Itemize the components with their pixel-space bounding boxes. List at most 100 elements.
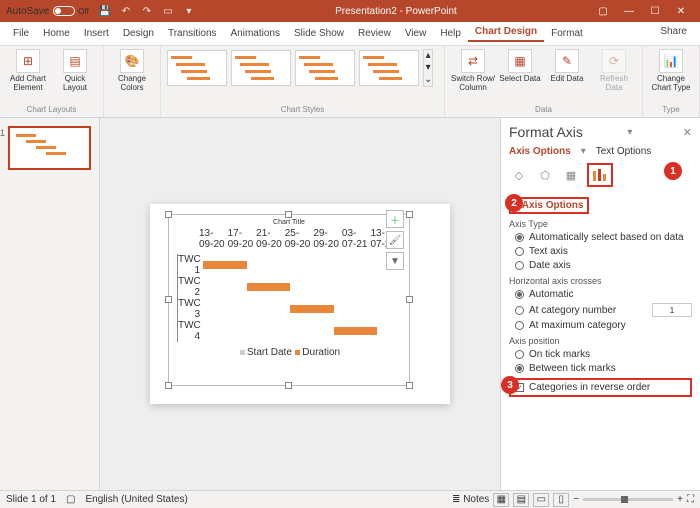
add-chart-element-icon: ⊞ xyxy=(16,49,40,73)
group-label-styles: Chart Styles xyxy=(167,105,438,114)
zoom-slider[interactable] xyxy=(583,498,673,501)
opt-categories-reverse[interactable]: Categories in reverse order xyxy=(529,382,650,393)
opt-text-axis[interactable]: Text axis xyxy=(515,246,692,257)
add-chart-element-button[interactable]: ⊞ Add Chart Element xyxy=(6,49,50,93)
tab-review[interactable]: Review xyxy=(351,28,398,39)
refresh-data-button: ⟳Refresh Data xyxy=(592,49,636,93)
tab-text-options[interactable]: Text Options xyxy=(596,146,652,157)
start-from-beginning-icon[interactable]: ▭ xyxy=(160,3,176,19)
tab-help[interactable]: Help xyxy=(433,28,468,39)
opt-at-maximum[interactable]: At maximum category xyxy=(515,320,692,331)
redo-icon[interactable]: ↷ xyxy=(139,3,155,19)
radio-icon xyxy=(515,350,524,359)
group-colors: 🎨 Change Colors xyxy=(104,46,161,117)
zoom-out-icon[interactable]: − xyxy=(573,494,579,505)
style-thumb[interactable] xyxy=(231,50,291,86)
opt-auto-select[interactable]: Automatically select based on data xyxy=(515,232,692,243)
pane-close-icon[interactable]: ✕ xyxy=(683,126,692,139)
maximize-icon[interactable]: ☐ xyxy=(642,6,668,17)
customize-qat-icon[interactable]: ▾ xyxy=(181,3,197,19)
tab-format[interactable]: Format xyxy=(544,28,590,39)
close-icon[interactable]: ✕ xyxy=(668,6,694,17)
pane-icon-row: ◇ ⬠ ▦ 1 xyxy=(509,163,692,187)
switch-icon[interactable] xyxy=(53,6,75,16)
styles-scroll[interactable]: ▴▾⌄ xyxy=(423,49,433,87)
quick-layout-button[interactable]: ▤ Quick Layout xyxy=(53,49,97,93)
chart-filters-button[interactable]: ▼ xyxy=(386,252,404,270)
opt-at-category[interactable]: At category number xyxy=(515,303,692,317)
add-chart-element-label: Add Chart Element xyxy=(6,75,50,93)
autosave-toggle[interactable]: AutoSave Off xyxy=(6,6,89,17)
status-slide[interactable]: Slide 1 of 1 xyxy=(6,494,56,505)
normal-view-icon[interactable]: ▦ xyxy=(493,493,509,507)
style-thumb[interactable] xyxy=(167,50,227,86)
group-chart-styles: ▴▾⌄ Chart Styles xyxy=(161,46,445,117)
opt-on-tick[interactable]: On tick marks xyxy=(515,349,692,360)
size-properties-icon[interactable]: ▦ xyxy=(561,166,581,184)
edit-data-button[interactable]: ✎Edit Data xyxy=(545,49,589,84)
opt-date-axis[interactable]: Date axis xyxy=(515,260,692,271)
style-thumb[interactable] xyxy=(295,50,355,86)
pane-title: Format Axis xyxy=(509,124,583,140)
notes-button[interactable]: ≣ Notes xyxy=(452,494,489,505)
tab-view[interactable]: View xyxy=(398,28,434,39)
tab-animations[interactable]: Animations xyxy=(224,28,287,39)
share-button[interactable]: Share xyxy=(653,26,694,37)
reading-view-icon[interactable]: ▭ xyxy=(533,493,549,507)
group-chart-layouts: ⊞ Add Chart Element ▤ Quick Layout Chart… xyxy=(0,46,104,117)
edit-data-icon: ✎ xyxy=(555,49,579,73)
chart-object[interactable]: Chart Title 13-09-20 17-09-20 21-09-20 2… xyxy=(168,214,410,386)
tab-insert[interactable]: Insert xyxy=(77,28,116,39)
fill-line-icon[interactable]: ◇ xyxy=(509,166,529,184)
change-colors-button[interactable]: 🎨 Change Colors xyxy=(110,49,154,93)
axis-options-icon[interactable] xyxy=(590,166,610,184)
subsection-axis-type: Axis Type xyxy=(509,219,692,229)
style-thumb[interactable] xyxy=(359,50,419,86)
tab-home[interactable]: Home xyxy=(36,28,77,39)
minimize-icon[interactable]: — xyxy=(616,6,642,17)
select-data-button[interactable]: ▦Select Data xyxy=(498,49,542,84)
chart-styles-gallery[interactable]: ▴▾⌄ xyxy=(167,49,438,87)
format-axis-pane: Format Axis ▾ ✕ Axis Options ▾ Text Opti… xyxy=(500,118,700,490)
status-language[interactable]: English (United States) xyxy=(86,494,188,505)
category-number-input[interactable] xyxy=(652,303,692,317)
save-icon[interactable]: 💾 xyxy=(97,3,113,19)
spellcheck-icon[interactable]: ▢ xyxy=(66,494,75,505)
opt-automatic[interactable]: Automatic xyxy=(515,289,692,300)
fit-to-window-icon[interactable]: ⛶ xyxy=(687,494,694,505)
undo-icon[interactable]: ↶ xyxy=(118,3,134,19)
switch-row-column-icon: ⇄ xyxy=(461,49,485,73)
radio-icon xyxy=(515,321,524,330)
sorter-view-icon[interactable]: ▤ xyxy=(513,493,529,507)
subsection-horizontal-crosses: Horizontal axis crosses xyxy=(509,276,692,286)
slide-editor[interactable]: Chart Title 13-09-20 17-09-20 21-09-20 2… xyxy=(100,118,500,490)
x-axis-ticks: 13-09-20 17-09-20 21-09-20 25-09-20 29-0… xyxy=(169,226,409,250)
tab-design[interactable]: Design xyxy=(116,28,161,39)
tab-transitions[interactable]: Transitions xyxy=(161,28,224,39)
slide-thumbnail[interactable]: 1 xyxy=(8,126,91,170)
select-data-icon: ▦ xyxy=(508,49,532,73)
slideshow-view-icon[interactable]: ▯ xyxy=(553,493,569,507)
tab-slideshow[interactable]: Slide Show xyxy=(287,28,351,39)
opt-between-tick[interactable]: Between tick marks xyxy=(515,363,692,374)
section-axis-options[interactable]: Axis Options xyxy=(522,200,584,211)
y-axis-labels[interactable]: TWC 1 TWC 2 TWC 3 TWC 4 xyxy=(177,254,203,342)
chart-legend: Start Date Duration xyxy=(169,347,409,358)
content-area: 1 Chart Title 13-09-20 17-09-20 21-09-20… xyxy=(0,118,700,490)
tab-file[interactable]: File xyxy=(6,28,36,39)
switch-row-column-button[interactable]: ⇄ Switch Row/ Column xyxy=(451,49,495,93)
radio-icon xyxy=(515,290,524,299)
tab-axis-options[interactable]: Axis Options xyxy=(509,146,571,157)
slide-canvas[interactable]: Chart Title 13-09-20 17-09-20 21-09-20 2… xyxy=(150,204,450,404)
ribbon-tabs: File Home Insert Design Transitions Anim… xyxy=(0,22,700,46)
change-chart-type-button[interactable]: 📊Change Chart Type xyxy=(649,49,693,93)
ribbon-display-icon[interactable]: ▢ xyxy=(590,6,616,17)
tab-chart-design[interactable]: Chart Design xyxy=(468,26,544,42)
radio-icon xyxy=(515,247,524,256)
switch-row-column-label: Switch Row/ Column xyxy=(451,75,495,93)
pane-dropdown-icon[interactable]: ▾ xyxy=(627,127,632,138)
chart-styles-button[interactable]: 🖌 xyxy=(386,231,404,249)
zoom-in-icon[interactable]: + xyxy=(677,494,683,505)
effects-icon[interactable]: ⬠ xyxy=(535,166,555,184)
chart-elements-button[interactable]: ＋ xyxy=(386,210,404,228)
